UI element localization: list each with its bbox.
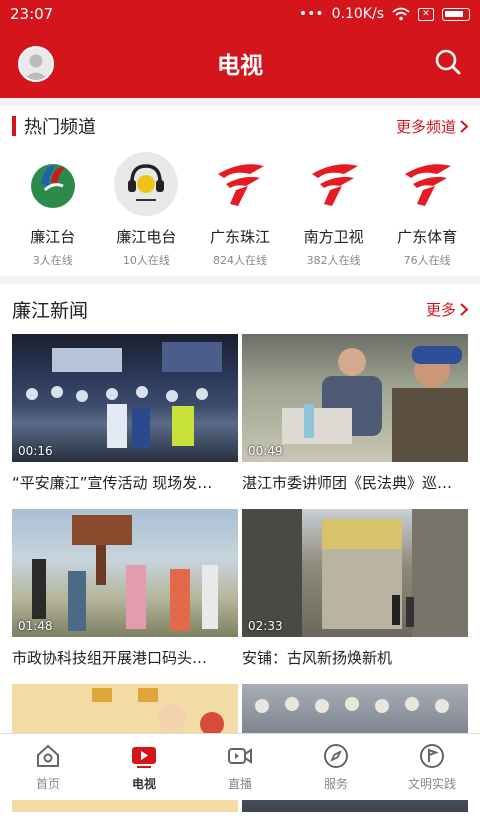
channel-item[interactable]: 南方卫视 382人在线: [290, 152, 378, 272]
video-thumbnail: 01:48: [12, 509, 238, 637]
tab-home[interactable]: 首页: [3, 734, 93, 800]
live-camera-icon: [228, 748, 252, 764]
video-thumbnail: 00:49: [242, 334, 468, 462]
channel-name: 广东珠江: [209, 228, 270, 246]
channel-name: 廉江电台: [116, 228, 177, 246]
status-bar: 23:07 ••• 0.10K/s ✕: [0, 0, 480, 28]
video-duration: 00:16: [18, 444, 53, 458]
status-time: 23:07: [10, 5, 54, 23]
more-news-link[interactable]: 更多: [426, 299, 468, 320]
channel-list: 廉江台 3人在线 廉江电台 10人在线 广东珠江 824人在线 南方卫视 382…: [0, 152, 480, 272]
app-header: 电视: [0, 28, 480, 98]
bottom-tab-bar: 首页 电视 直播 服务 文明实践: [0, 733, 480, 800]
news-card[interactable]: 00:16 “平安廉江”宣传活动 现场发…: [12, 334, 238, 493]
tab-label: 文明实践: [407, 777, 456, 791]
search-icon[interactable]: [434, 48, 462, 76]
home-icon: [37, 745, 59, 767]
tab-civilization-practice[interactable]: 文明实践: [387, 734, 477, 800]
gdtv-logo: [395, 152, 459, 216]
video-thumbnail: 00:16: [12, 334, 238, 462]
channel-name: 广东体育: [397, 228, 458, 246]
channel-name: 南方卫视: [303, 228, 364, 246]
compass-icon: [324, 744, 348, 768]
news-header: 廉江新闻 更多: [0, 287, 480, 331]
tab-label: 服务: [323, 777, 348, 791]
tab-service[interactable]: 服务: [291, 734, 381, 800]
video-duration: 00:49: [248, 444, 283, 458]
lianjiang-radio-logo: [114, 152, 179, 216]
section-marker: [12, 116, 16, 136]
avatar[interactable]: [18, 46, 54, 82]
gdtv-logo: [302, 152, 366, 216]
tab-label: 首页: [35, 777, 60, 791]
more-channels-label: 更多频道: [395, 117, 456, 136]
video-duration: 02:33: [248, 619, 283, 633]
news-caption: 湛江市委讲师团《民法典》巡…: [242, 474, 453, 492]
tab-tv[interactable]: 电视: [99, 734, 189, 800]
channel-item[interactable]: 廉江台 3人在线: [9, 152, 97, 272]
page-title: 电视: [217, 53, 263, 79]
channel-name: 廉江台: [30, 228, 76, 246]
news-title: 廉江新闻: [12, 299, 89, 322]
status-dots: •••: [298, 6, 324, 22]
flag-icon: [420, 744, 444, 768]
video-duration: 01:48: [18, 619, 53, 633]
hot-channels-title: 热门频道: [24, 117, 96, 138]
news-card[interactable]: 01:48 市政协科技组开展港口码头…: [12, 509, 238, 668]
news-caption: 安铺：古风新扬焕新机: [242, 649, 393, 667]
chevron-right-icon: [460, 119, 468, 133]
wifi-icon: [392, 7, 410, 21]
news-caption: “平安廉江”宣传活动 现场发…: [12, 474, 213, 492]
viewer-count: 76人在线: [403, 254, 451, 267]
lianjiang-tv-logo: [21, 152, 85, 216]
hot-channels-header: 热门频道 更多频道: [0, 104, 480, 148]
channel-item[interactable]: 广东珠江 824人在线: [196, 152, 284, 272]
tab-label: 电视: [131, 777, 156, 791]
tv-icon: [132, 747, 156, 768]
news-card[interactable]: 00:49 湛江市委讲师团《民法典》巡…: [242, 334, 468, 493]
battery-icon: [442, 7, 470, 21]
channel-item[interactable]: 廉江电台 10人在线: [102, 152, 190, 272]
tab-live[interactable]: 直播: [195, 734, 285, 800]
network-speed: 0.10K/s: [331, 6, 384, 22]
viewer-count: 382人在线: [306, 254, 361, 267]
video-thumbnail: 02:33: [242, 509, 468, 637]
news-card[interactable]: 02:33 安铺：古风新扬焕新机: [242, 509, 468, 668]
channel-item[interactable]: 广东体育 76人在线: [383, 152, 471, 272]
viewer-count: 10人在线: [122, 254, 170, 267]
gdtv-logo: [208, 152, 272, 216]
chevron-right-icon: [460, 302, 468, 316]
more-news-label: 更多: [425, 300, 456, 319]
tab-label: 直播: [227, 777, 252, 791]
news-caption: 市政协科技组开展港口码头…: [12, 649, 208, 667]
viewer-count: 3人在线: [32, 254, 73, 267]
divider: [0, 276, 480, 284]
more-channels-link[interactable]: 更多频道: [396, 116, 468, 137]
sim-icon: ✕: [418, 7, 434, 21]
viewer-count: 824人在线: [212, 254, 267, 267]
